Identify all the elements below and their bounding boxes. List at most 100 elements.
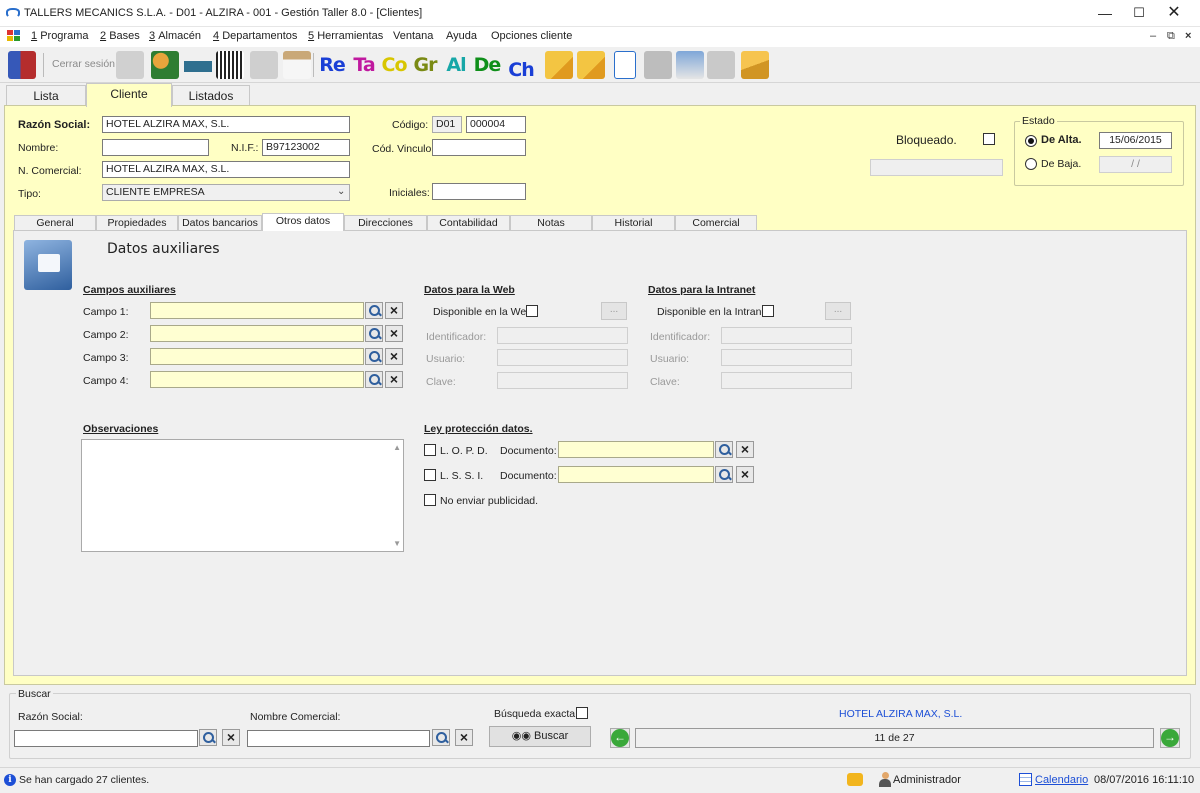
nombre-input[interactable] xyxy=(102,139,209,156)
folder-c-icon[interactable] xyxy=(545,51,573,79)
co-button[interactable]: Co xyxy=(380,52,408,78)
scroll-down-icon[interactable]: ▼ xyxy=(393,539,401,548)
ncomercial-input[interactable]: HOTEL ALZIRA MAX, S.L. xyxy=(102,161,350,178)
barcode-icon[interactable] xyxy=(216,51,244,79)
web-disponible-checkbox[interactable] xyxy=(526,305,538,317)
vehicle-icon[interactable] xyxy=(184,51,212,79)
logout-label[interactable]: Cerrar sesión xyxy=(52,58,115,70)
subtab-propiedades[interactable]: Propiedades xyxy=(96,215,178,231)
lssi-clear-icon[interactable]: × xyxy=(736,466,754,483)
subtab-notas[interactable]: Notas xyxy=(510,215,592,231)
tipo-select[interactable]: CLIENTE EMPRESA xyxy=(102,184,350,201)
buscar-razon-input[interactable] xyxy=(14,730,198,747)
campo-4-input[interactable] xyxy=(150,371,364,388)
campo-1-clear-icon[interactable]: × xyxy=(385,302,403,319)
subtab-comercial[interactable]: Comercial xyxy=(675,215,757,231)
subtab-otros-datos[interactable]: Otros datos xyxy=(262,213,344,231)
campo-2-search-icon[interactable] xyxy=(365,325,383,342)
lopd-documento-input[interactable] xyxy=(558,441,714,458)
menu-departamentos[interactable]: 4 Departamentos xyxy=(213,30,297,42)
lopd-checkbox[interactable] xyxy=(424,444,436,456)
vinculo-input[interactable] xyxy=(432,139,526,156)
status-message: Se han cargado 27 clientes. xyxy=(19,774,150,786)
tab-cliente[interactable]: Cliente xyxy=(86,83,172,107)
menu-herramientas[interactable]: 5 Herramientas xyxy=(308,30,383,42)
clipboard-icon[interactable] xyxy=(283,51,311,79)
campo-3-input[interactable] xyxy=(150,348,364,365)
menu-almacen[interactable]: 3 Almacén xyxy=(149,30,201,42)
campo-4-search-icon[interactable] xyxy=(365,371,383,388)
ta-button[interactable]: Ta xyxy=(350,52,378,78)
iniciales-input[interactable] xyxy=(432,183,526,200)
printer-icon[interactable] xyxy=(707,51,735,79)
de-alta-radio[interactable] xyxy=(1025,135,1037,147)
intranet-disponible-checkbox[interactable] xyxy=(762,305,774,317)
lopd-clear-icon[interactable]: × xyxy=(736,441,754,458)
buscar-comercial-search-icon[interactable] xyxy=(432,729,450,746)
ch-button[interactable]: Ch xyxy=(507,57,535,83)
calendar-icon[interactable] xyxy=(1019,773,1032,786)
campo-3-clear-icon[interactable]: × xyxy=(385,348,403,365)
gr-button[interactable]: Gr xyxy=(411,52,439,78)
buscar-razon-clear-icon[interactable]: × xyxy=(222,729,240,746)
exit-door-icon[interactable] xyxy=(8,51,36,79)
subtab-direcciones[interactable]: Direcciones xyxy=(344,215,427,231)
subtab-historial[interactable]: Historial xyxy=(592,215,675,231)
menu-ayuda[interactable]: Ayuda xyxy=(446,30,477,42)
campo-1-input[interactable] xyxy=(150,302,364,319)
menu-ventana[interactable]: Ventana xyxy=(393,30,433,42)
folder-g-icon[interactable] xyxy=(577,51,605,79)
al-button[interactable]: Al xyxy=(442,52,470,78)
mdi-minimize-icon[interactable]: – xyxy=(1150,30,1156,42)
close-window-button[interactable]: ✕ xyxy=(1151,0,1197,27)
de-baja-radio[interactable] xyxy=(1025,158,1037,170)
lssi-search-icon[interactable] xyxy=(715,466,733,483)
alta-date-input[interactable]: 15/06/2015 xyxy=(1099,132,1172,149)
prev-record-button[interactable]: ← xyxy=(610,728,630,748)
campo-4-clear-icon[interactable]: × xyxy=(385,371,403,388)
lssi-documento-input[interactable] xyxy=(558,466,714,483)
lopd-search-icon[interactable] xyxy=(715,441,733,458)
menu-programa[interactable]: 1 Programa xyxy=(31,30,88,42)
subtab-general[interactable]: General xyxy=(14,215,96,231)
mdi-window-icon[interactable] xyxy=(7,30,20,42)
no-publicidad-checkbox[interactable] xyxy=(424,494,436,506)
chat-icon[interactable] xyxy=(847,773,863,786)
trash-icon[interactable] xyxy=(676,51,704,79)
nif-input[interactable]: B97123002 xyxy=(262,139,350,156)
subtab-contabilidad[interactable]: Contabilidad xyxy=(427,215,510,231)
users-icon[interactable] xyxy=(151,51,179,79)
buscar-button[interactable]: ◉◉ Buscar xyxy=(489,726,591,747)
campo-2-clear-icon[interactable]: × xyxy=(385,325,403,342)
campo-3-search-icon[interactable] xyxy=(365,348,383,365)
new-document-icon[interactable] xyxy=(614,51,636,79)
calendar-link[interactable]: Calendario xyxy=(1035,774,1088,786)
mdi-restore-icon[interactable]: ⧉ xyxy=(1167,30,1175,43)
menu-bases[interactable]: 2 Bases xyxy=(100,30,140,42)
scroll-up-icon[interactable]: ▲ xyxy=(393,443,401,452)
de-button[interactable]: De xyxy=(473,52,502,78)
buscar-razon-search-icon[interactable] xyxy=(199,729,217,746)
eraser-icon[interactable] xyxy=(741,51,769,79)
tipo-label: Tipo: xyxy=(18,188,41,200)
re-button[interactable]: Re xyxy=(318,52,346,78)
razon-social-input[interactable]: HOTEL ALZIRA MAX, S.L. xyxy=(102,116,350,133)
menu-opciones-cliente[interactable]: Opciones cliente xyxy=(491,30,572,42)
buscar-comercial-input[interactable] xyxy=(247,730,430,747)
campo-1-search-icon[interactable] xyxy=(365,302,383,319)
observaciones-textarea[interactable]: ▲ ▼ xyxy=(81,439,404,552)
next-record-button[interactable]: → xyxy=(1160,728,1180,748)
subtab-datos-bancarios[interactable]: Datos bancarios xyxy=(178,215,262,231)
mdi-close-icon[interactable]: × xyxy=(1185,30,1191,42)
chevron-down-icon[interactable]: ⌄ xyxy=(337,186,345,197)
tab-lista[interactable]: Lista xyxy=(6,85,86,106)
bloqueado-checkbox[interactable] xyxy=(983,133,995,145)
codigo-input[interactable]: 000004 xyxy=(466,116,526,133)
keys-icon[interactable] xyxy=(116,51,144,79)
busqueda-exacta-checkbox[interactable] xyxy=(576,707,588,719)
current-client-label: HOTEL ALZIRA MAX, S.L. xyxy=(839,708,963,720)
campo-2-input[interactable] xyxy=(150,325,364,342)
tab-listados[interactable]: Listados xyxy=(172,85,250,106)
buscar-comercial-clear-icon[interactable]: × xyxy=(455,729,473,746)
lssi-checkbox[interactable] xyxy=(424,469,436,481)
